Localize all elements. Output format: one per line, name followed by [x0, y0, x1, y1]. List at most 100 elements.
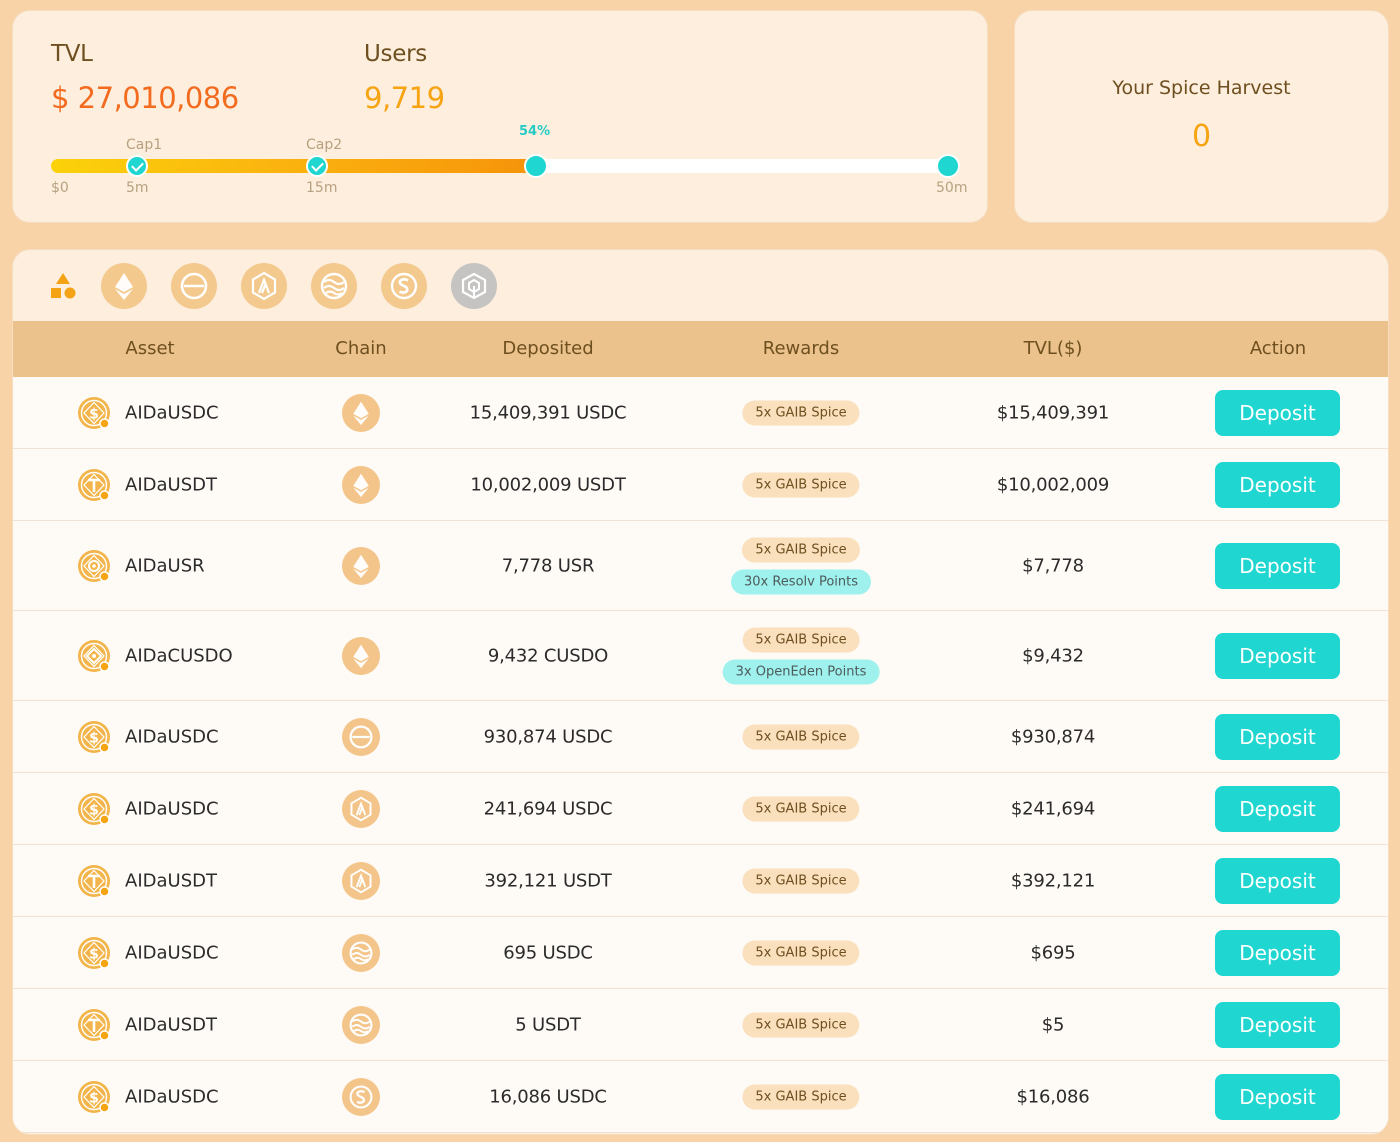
cap2-label: Cap2 — [306, 137, 343, 153]
deposited-amount: 392,121 USDT — [484, 870, 612, 891]
deposit-button[interactable]: Deposit — [1215, 461, 1340, 508]
deposited-amount: 15,409,391 USDC — [469, 402, 627, 423]
harvest-title: Your Spice Harvest — [1112, 77, 1291, 99]
deposited-amount: 16,086 USDC — [489, 1086, 607, 1107]
stats-card: TVL $ 27,010,086 Users 9,719 54% Cap1 Ca… — [12, 10, 988, 223]
reward-badge: 5x GAIB Spice — [742, 868, 860, 893]
svg-text:$: $ — [89, 946, 99, 962]
table-row: $ AIDaUSDC 241,694 USDC 5x GAIB Spice $241,6… — [13, 773, 1388, 845]
asset-name: AIDaUSDT — [125, 870, 217, 891]
deposit-button[interactable]: Deposit — [1215, 542, 1340, 589]
tvl-value: $ 27,010,086 — [51, 81, 239, 115]
deposited-amount: 10,002,009 USDT — [470, 474, 626, 495]
reward-badge: 5x GAIB Spice — [742, 940, 860, 965]
users-value: 9,719 — [364, 81, 445, 115]
tvl-progress-bar — [51, 154, 960, 178]
reward-badge: 5x GAIB Spice — [742, 400, 860, 425]
svg-text:$: $ — [89, 406, 99, 422]
svg-text:$: $ — [89, 1090, 99, 1106]
sei-icon — [342, 933, 380, 972]
header-rewards: Rewards — [762, 338, 840, 359]
svg-text:$: $ — [89, 802, 99, 818]
progress-percent: 54% — [519, 124, 551, 139]
sei-icon[interactable] — [311, 263, 357, 309]
deposited-amount: 930,874 USDC — [483, 726, 613, 747]
deposit-button[interactable]: Deposit — [1215, 1001, 1340, 1048]
cap1-label: Cap1 — [126, 137, 163, 153]
reward-badge: 5x GAIB Spice — [742, 724, 860, 749]
deposited-amount: 9,432 CUSDO — [487, 645, 609, 666]
min-label: $0 — [51, 180, 69, 196]
deposit-button[interactable]: Deposit — [1215, 1073, 1340, 1120]
progress-current-marker — [524, 154, 548, 178]
table-row: AIDaUSDT 10,002,009 USDT 5x GAIB Spice $10,… — [13, 449, 1388, 521]
cusdo-token-icon — [77, 639, 111, 673]
max-label: 50m — [936, 180, 968, 196]
table-row: AIDaUSDT 392,121 USDT 5x GAIB Spice $392,12… — [13, 845, 1388, 917]
rewards-cell: 5x GAIB Spice — [742, 796, 860, 821]
usdt-token-icon — [77, 468, 111, 502]
ethereum-icon[interactable] — [101, 263, 147, 309]
asset-name: AIDaUSDC — [125, 726, 219, 747]
reward-badge: 5x GAIB Spice — [742, 1012, 860, 1037]
deposit-button[interactable]: Deposit — [1215, 713, 1340, 760]
header-action: Action — [1249, 338, 1307, 359]
sonic-icon — [342, 1077, 380, 1116]
usdt-token-icon — [77, 1008, 111, 1042]
table-row: $ AIDaUSDC 695 USDC 5x GAIB Spice $695 Deposi… — [13, 917, 1388, 989]
rewards-cell: 5x GAIB Spice — [742, 1084, 860, 1109]
reward-badge: 30x Resolv Points — [730, 569, 872, 594]
usdc-token-icon: $ — [77, 720, 111, 754]
harvest-value: 0 — [1191, 119, 1212, 154]
svg-text:$: $ — [89, 730, 99, 746]
reward-badge: 5x GAIB Spice — [742, 796, 860, 821]
tvl-amount: $10,002,009 — [996, 474, 1110, 495]
usdt-token-icon — [77, 864, 111, 898]
asset-name: AIDaUSDC — [125, 942, 219, 963]
vaults-table-card: Asset Chain Deposited Rewards TVL($) Act… — [12, 249, 1389, 1135]
deposit-button[interactable]: Deposit — [1215, 389, 1340, 436]
table-row: $ AIDaUSDC 15,409,391 USDC 5x GAIB Spice $15… — [13, 377, 1388, 449]
rewards-cell: 5x GAIB Spice — [742, 1012, 860, 1037]
usr-token-icon — [77, 549, 111, 583]
deposited-amount: 7,778 USR — [501, 555, 595, 576]
rewards-cell: 5x GAIB Spice 3x OpenEden Points — [722, 627, 880, 684]
tvl-label: TVL — [51, 41, 93, 67]
tvl-amount: $15,409,391 — [996, 402, 1110, 423]
table-row: AIDaUSDT 5 USDT 5x GAIB Spice $5 Deposit — [13, 989, 1388, 1061]
table-row: AIDaCUSDO 9,432 CUSDO 5x GAIB Spice 3x Open… — [13, 611, 1388, 701]
tvl-amount: $930,874 — [1010, 726, 1096, 747]
sei-icon — [342, 1005, 380, 1044]
tvl-amount: $5 — [1041, 1014, 1065, 1035]
all-chains-icon[interactable] — [40, 263, 86, 309]
sonic-icon[interactable] — [381, 263, 427, 309]
chain-filter-bar — [13, 250, 1388, 321]
deposit-button[interactable]: Deposit — [1215, 929, 1340, 976]
asset-name: AIDaUSDC — [125, 402, 219, 423]
cap1-value: 5m — [126, 180, 149, 196]
bnb-chain-icon[interactable] — [451, 263, 497, 309]
spice-harvest-card: Your Spice Harvest 0 — [1014, 10, 1389, 223]
deposit-button[interactable]: Deposit — [1215, 857, 1340, 904]
rewards-cell: 5x GAIB Spice — [742, 472, 860, 497]
chain-minus-icon — [342, 717, 380, 756]
rewards-cell: 5x GAIB Spice — [742, 724, 860, 749]
ethereum-icon — [342, 636, 380, 675]
asset-name: AIDaUSDT — [125, 1014, 217, 1035]
deposit-button[interactable]: Deposit — [1215, 785, 1340, 832]
deposit-button[interactable]: Deposit — [1215, 632, 1340, 679]
asset-name: AIDaUSDC — [125, 1086, 219, 1107]
rewards-cell: 5x GAIB Spice 30x Resolv Points — [730, 537, 872, 594]
reward-badge: 5x GAIB Spice — [742, 1084, 860, 1109]
table-row: AIDaUSR 7,778 USR 5x GAIB Spice 30x Resolv … — [13, 521, 1388, 611]
reward-badge: 3x OpenEden Points — [722, 659, 880, 684]
rewards-cell: 5x GAIB Spice — [742, 868, 860, 893]
header-asset: Asset — [125, 338, 175, 359]
users-label: Users — [364, 41, 427, 67]
deposited-amount: 241,694 USDC — [483, 798, 613, 819]
ethereum-icon — [342, 393, 380, 432]
arbitrum-icon[interactable] — [241, 263, 287, 309]
ethereum-icon — [342, 465, 380, 504]
cap2-check-icon — [306, 155, 328, 177]
chain-minus-icon[interactable] — [171, 263, 217, 309]
